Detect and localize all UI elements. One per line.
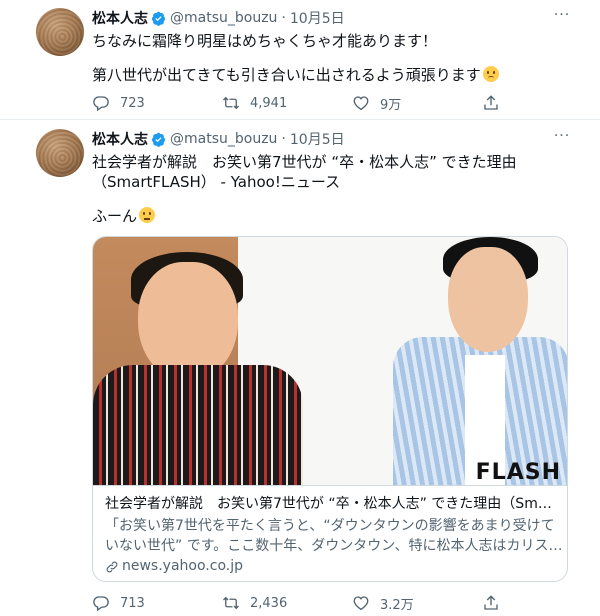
handle[interactable]: @matsu_bouzu	[170, 10, 277, 26]
like-count: 3.2万	[380, 597, 414, 613]
tweet-actions: 723 4,941 9万	[92, 93, 512, 113]
tweet-text-segment: ふーん	[92, 207, 138, 225]
display-name[interactable]: 松本人志	[92, 129, 148, 149]
tweet-text-line: ふーん	[92, 206, 156, 226]
card-photo[interactable]: FLASH	[93, 237, 567, 485]
tweet-header: 松本人志 @matsu_bouzu · 10月5日	[92, 8, 345, 28]
like-count: 9万	[380, 97, 402, 113]
timestamp[interactable]: 10月5日	[290, 129, 345, 149]
retweet-button[interactable]: 4,941	[222, 93, 352, 113]
like-button[interactable]: 3.2万	[352, 593, 482, 613]
avatar[interactable]	[36, 8, 84, 56]
share-button[interactable]	[482, 593, 512, 613]
card-description-line: いない世代” です。ここ数十年、ダウンタウン、特に松本人志はカリス…	[105, 538, 563, 554]
avatar[interactable]	[36, 129, 84, 177]
display-name[interactable]: 松本人志	[92, 8, 148, 28]
reply-icon	[93, 596, 109, 612]
share-icon	[484, 595, 498, 610]
reply-button[interactable]: 713	[92, 593, 222, 613]
separator-dot: ·	[281, 10, 286, 26]
card-body[interactable]: 社会学者が解説 お笑い第7世代が “卒・松本人志” できた理由（SmartFLA…	[93, 485, 567, 581]
tweet[interactable]: 松本人志 @matsu_bouzu · 10月5日 ··· ちなみに霜降り明星は…	[0, 0, 600, 120]
tweet-text-line: ちなみに霜降り明星はめちゃくちゃ才能あります！	[92, 32, 438, 50]
person-left-striped-sweater	[93, 365, 303, 485]
tweet-text-segment: 第八世代が出てきても引き合いに出されるよう頑張ります	[92, 66, 481, 84]
like-button[interactable]: 9万	[352, 93, 482, 113]
person-left-face	[138, 262, 238, 382]
heart-icon	[353, 596, 369, 611]
reply-icon	[93, 96, 109, 112]
retweet-icon	[223, 96, 239, 110]
tweet-text-line: 第八世代が出てきても引き合いに出されるよう頑張ります	[92, 65, 499, 85]
link-icon	[106, 561, 118, 572]
verified-badge-icon	[151, 11, 166, 26]
retweet-icon	[223, 596, 239, 610]
separator-dot: ·	[281, 131, 286, 147]
more-options-icon[interactable]: ···	[552, 8, 572, 28]
verified-badge-icon	[151, 132, 166, 147]
flash-watermark: FLASH	[475, 460, 561, 485]
share-icon	[484, 95, 498, 110]
retweet-button[interactable]: 2,436	[222, 593, 352, 613]
handle[interactable]: @matsu_bouzu	[170, 131, 277, 147]
heart-icon	[353, 96, 369, 111]
tweet-actions: 713 2,436 3.2万	[92, 593, 512, 613]
tweet[interactable]: 松本人志 @matsu_bouzu · 10月5日 ··· 社会学者が解説 お笑…	[0, 121, 600, 616]
tweet-text-line: （SmartFLASH） - Yahoo!ニュース	[92, 173, 341, 191]
card-description-line: 「お笑い第7世代を平たく言うと、“ダウンタウンの影響をあまり受けて	[105, 518, 555, 534]
card-title: 社会学者が解説 お笑い第7世代が “卒・松本人志” できた理由（SmartFLA…	[105, 496, 557, 512]
person-right-face	[448, 247, 528, 352]
tweet-text-line: 社会学者が解説 お笑い第7世代が “卒・松本人志” できた理由	[92, 153, 517, 171]
reply-count: 713	[120, 595, 145, 611]
timestamp[interactable]: 10月5日	[290, 8, 345, 28]
reply-button[interactable]: 723	[92, 93, 222, 113]
card-domain: news.yahoo.co.jp	[105, 557, 557, 576]
link-card[interactable]: FLASH 社会学者が解説 お笑い第7世代が “卒・松本人志” できた理由（Sm…	[92, 236, 568, 582]
more-options-icon[interactable]: ···	[552, 129, 572, 149]
sad-relieved-face-icon	[482, 66, 499, 82]
tweet-header: 松本人志 @matsu_bouzu · 10月5日	[92, 129, 345, 149]
share-button[interactable]	[482, 93, 512, 113]
retweet-count: 4,941	[250, 95, 288, 111]
reply-count: 723	[120, 95, 145, 111]
expressionless-face-icon	[139, 207, 156, 223]
card-domain-text: news.yahoo.co.jp	[122, 558, 243, 574]
retweet-count: 2,436	[250, 595, 288, 611]
